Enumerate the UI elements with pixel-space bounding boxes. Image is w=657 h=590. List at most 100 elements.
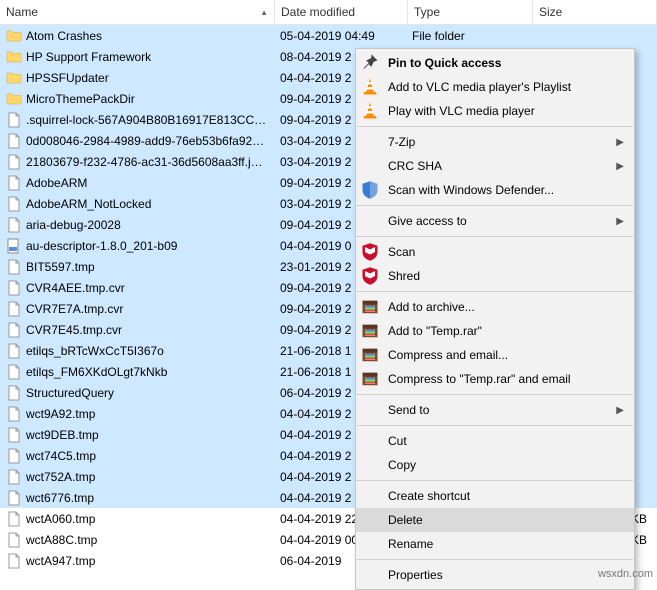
file-name: .squirrel-lock-567A904B80B16917E813CC… xyxy=(26,113,266,127)
menu-item-give-access-to[interactable]: Give access to▶ xyxy=(356,209,634,233)
blank-icon xyxy=(360,510,380,530)
file-icon xyxy=(6,532,22,548)
shield-icon xyxy=(360,180,380,200)
folder-icon xyxy=(6,49,22,65)
file-icon xyxy=(6,448,22,464)
menu-item-add-to-vlc-media-player-s-playlist[interactable]: Add to VLC media player's Playlist xyxy=(356,75,634,99)
file-icon xyxy=(6,427,22,443)
file-icon xyxy=(6,259,22,275)
col-size[interactable]: Size xyxy=(533,0,657,24)
file-icon xyxy=(6,322,22,338)
menu-label: Play with VLC media player xyxy=(388,104,624,118)
sort-asc-icon: ▲ xyxy=(260,8,268,17)
menu-item-delete[interactable]: Delete xyxy=(356,508,634,532)
menu-item-cut[interactable]: Cut xyxy=(356,429,634,453)
watermark: wsxdn.com xyxy=(598,568,653,580)
menu-item-scan[interactable]: Scan xyxy=(356,240,634,264)
col-type[interactable]: Type xyxy=(408,0,533,24)
menu-label: Scan with Windows Defender... xyxy=(388,183,624,197)
mcafee-icon xyxy=(360,242,380,262)
folder-icon xyxy=(6,70,22,86)
mcafee-icon xyxy=(360,266,380,286)
file-name: CVR7E45.tmp.cvr xyxy=(26,323,122,337)
file-name: MicroThemePackDir xyxy=(26,92,135,106)
menu-label: Add to "Temp.rar" xyxy=(388,324,624,338)
menu-label: Delete xyxy=(388,513,624,527)
menu-item-create-shortcut[interactable]: Create shortcut xyxy=(356,484,634,508)
file-icon xyxy=(6,511,22,527)
col-date[interactable]: Date modified xyxy=(275,0,408,24)
menu-label: Send to xyxy=(388,403,608,417)
menu-separator xyxy=(357,559,633,560)
menu-label: Compress and email... xyxy=(388,348,624,362)
blank-icon xyxy=(360,400,380,420)
file-icon xyxy=(6,385,22,401)
blank-icon xyxy=(360,565,380,585)
menu-separator xyxy=(357,205,633,206)
file-name: wctA88C.tmp xyxy=(26,533,97,547)
file-date: 05-04-2019 04:49 xyxy=(274,29,406,43)
col-name[interactable]: Name ▲ xyxy=(0,0,275,24)
blank-icon xyxy=(360,534,380,554)
file-name: wct6776.tmp xyxy=(26,491,94,505)
menu-separator xyxy=(357,480,633,481)
file-name: StructuredQuery xyxy=(26,386,114,400)
menu-label: Copy xyxy=(388,458,624,472)
rar-icon xyxy=(360,345,380,365)
rar-icon xyxy=(360,297,380,317)
menu-label: Rename xyxy=(388,537,624,551)
column-header[interactable]: Name ▲ Date modified Type Size xyxy=(0,0,657,25)
menu-label: Add to VLC media player's Playlist xyxy=(388,80,624,94)
file-icon xyxy=(6,343,22,359)
menu-item-add-to-temp-rar[interactable]: Add to "Temp.rar" xyxy=(356,319,634,343)
file-type: File folder xyxy=(406,29,530,43)
vlc-icon xyxy=(360,77,380,97)
file-name: wct752A.tmp xyxy=(26,470,95,484)
file-name: wct9A92.tmp xyxy=(26,407,95,421)
menu-separator xyxy=(357,425,633,426)
file-icon xyxy=(6,133,22,149)
menu-item-crc-sha[interactable]: CRC SHA▶ xyxy=(356,154,634,178)
menu-label: Cut xyxy=(388,434,624,448)
file-icon xyxy=(6,490,22,506)
menu-item-compress-and-email[interactable]: Compress and email... xyxy=(356,343,634,367)
file-name: AdobeARM_NotLocked xyxy=(26,197,151,211)
xml-icon xyxy=(6,238,22,254)
blank-icon xyxy=(360,211,380,231)
file-name: wct9DEB.tmp xyxy=(26,428,99,442)
file-name: etilqs_bRTcWxCcT5I367o xyxy=(26,344,164,358)
rar-icon xyxy=(360,321,380,341)
menu-item-compress-to-temp-rar-and-email[interactable]: Compress to "Temp.rar" and email xyxy=(356,367,634,391)
table-row[interactable]: Atom Crashes05-04-2019 04:49File folder xyxy=(0,25,657,46)
chevron-right-icon: ▶ xyxy=(616,405,624,416)
file-name: wctA947.tmp xyxy=(26,554,95,568)
menu-item-properties[interactable]: Properties xyxy=(356,563,634,587)
menu-item-7-zip[interactable]: 7-Zip▶ xyxy=(356,130,634,154)
menu-item-pin-to-quick-access[interactable]: Pin to Quick access xyxy=(356,51,634,75)
menu-item-add-to-archive[interactable]: Add to archive... xyxy=(356,295,634,319)
menu-label: Create shortcut xyxy=(388,489,624,503)
menu-item-rename[interactable]: Rename xyxy=(356,532,634,556)
file-icon xyxy=(6,217,22,233)
file-icon xyxy=(6,175,22,191)
context-menu[interactable]: Pin to Quick access Add to VLC media play… xyxy=(355,48,635,590)
blank-icon xyxy=(360,455,380,475)
file-name: 0d008046-2984-4989-add9-76eb53b6fa92… xyxy=(26,134,264,148)
menu-item-play-with-vlc-media-player[interactable]: Play with VLC media player xyxy=(356,99,634,123)
menu-label: Add to archive... xyxy=(388,300,624,314)
col-name-label: Name xyxy=(6,5,38,19)
chevron-right-icon: ▶ xyxy=(616,216,624,227)
menu-item-scan-with-windows-defender[interactable]: Scan with Windows Defender... xyxy=(356,178,634,202)
menu-item-send-to[interactable]: Send to ▶ xyxy=(356,398,634,422)
file-icon xyxy=(6,112,22,128)
file-icon xyxy=(6,553,22,569)
menu-item-copy[interactable]: Copy xyxy=(356,453,634,477)
file-name: 21803679-f232-4786-ac31-36d5608aa3ff.j… xyxy=(26,155,263,169)
menu-item-shred[interactable]: Shred xyxy=(356,264,634,288)
rar-icon xyxy=(360,369,380,389)
chevron-right-icon: ▶ xyxy=(616,161,624,172)
blank-icon xyxy=(360,431,380,451)
menu-label: Properties xyxy=(388,568,624,582)
file-name: BIT5597.tmp xyxy=(26,260,95,274)
pin-icon xyxy=(360,53,380,73)
